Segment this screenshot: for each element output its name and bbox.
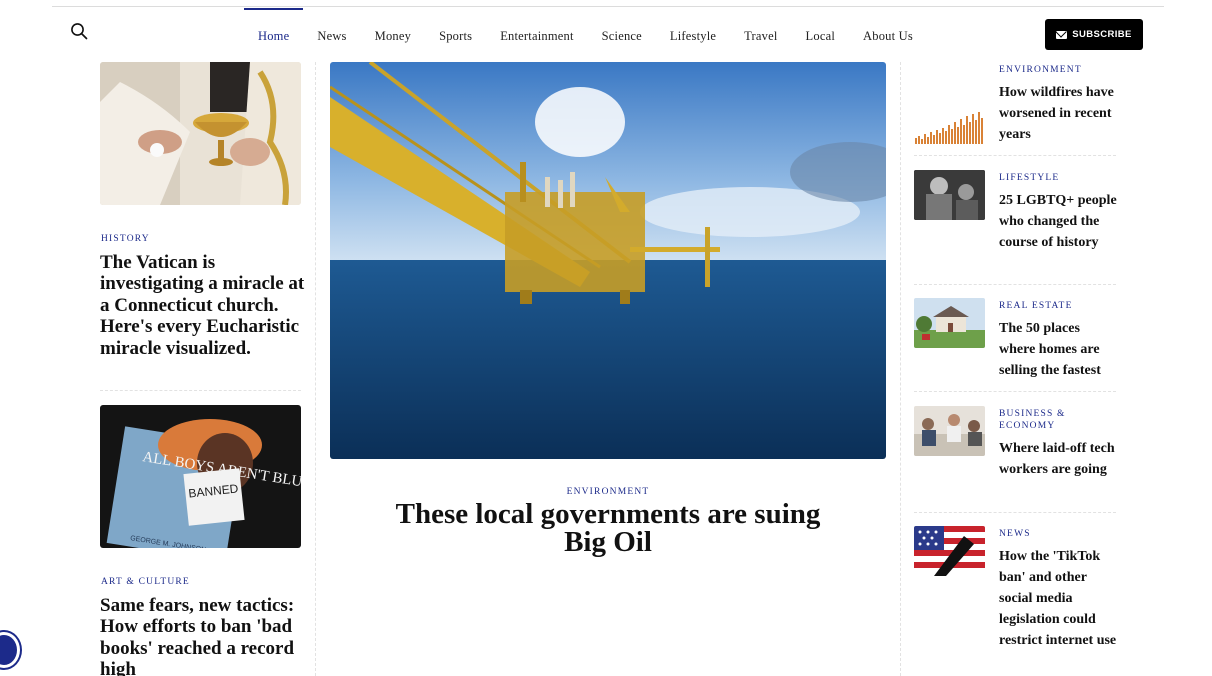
sidebar-kicker[interactable]: ENVIRONMENT: [999, 64, 1114, 76]
sidebar-title[interactable]: Where laid-off tech workers are going: [999, 438, 1119, 480]
nav-news[interactable]: News: [303, 8, 360, 54]
nav-lifestyle[interactable]: Lifestyle: [656, 8, 730, 54]
accessibility-icon[interactable]: [0, 632, 20, 668]
sidebar-kicker[interactable]: NEWS: [999, 528, 1114, 540]
nav-about-us[interactable]: About Us: [849, 8, 927, 54]
sidebar-title[interactable]: How wildfires have worsened in recent ye…: [999, 82, 1119, 145]
search-icon[interactable]: [70, 22, 88, 40]
eucharist-image[interactable]: [100, 62, 301, 205]
story-kicker[interactable]: HISTORY: [101, 234, 150, 244]
main-nav: Home News Money Sports Entertainment Sci…: [244, 8, 927, 54]
tech-workers-image[interactable]: [914, 406, 985, 456]
story-divider: [100, 390, 301, 391]
sidebar-story: ENVIRONMENT How wildfires have worsened …: [914, 62, 1116, 156]
sidebar-story: NEWS How the 'TikTok ban' and other soci…: [914, 526, 1116, 676]
mail-icon: [1056, 30, 1068, 39]
nav-sports[interactable]: Sports: [425, 8, 486, 54]
subscribe-button[interactable]: SUBSCRIBE: [1045, 19, 1143, 50]
sidebar-kicker[interactable]: REAL ESTATE: [999, 300, 1114, 312]
tiktok-ban-image[interactable]: [914, 526, 985, 576]
sidebar-story: LIFESTYLE 25 LGBTQ+ people who changed t…: [914, 170, 1119, 284]
sidebar-story: REAL ESTATE The 50 places where homes ar…: [914, 298, 1116, 392]
nav-science[interactable]: Science: [588, 8, 656, 54]
sidebar-divider: [914, 155, 1116, 156]
sidebar-title[interactable]: The 50 places where homes are selling th…: [999, 318, 1119, 381]
column-divider: [315, 62, 316, 676]
sidebar-kicker[interactable]: BUSINESS & ECONOMY: [999, 408, 1114, 432]
nav-home[interactable]: Home: [244, 8, 304, 54]
sidebar-divider: [914, 284, 1116, 285]
sidebar-title[interactable]: 25 LGBTQ+ people who changed the course …: [999, 190, 1119, 253]
house-image[interactable]: [914, 298, 985, 348]
nav-travel[interactable]: Travel: [730, 8, 791, 54]
story-headline[interactable]: The Vatican is investigating a miracle a…: [100, 252, 305, 359]
story-headline[interactable]: Same fears, new tactics: How efforts to …: [100, 595, 305, 676]
story-kicker[interactable]: ART & CULTURE: [101, 577, 190, 587]
lead-story-headline[interactable]: These local governments are suing Big Oi…: [380, 500, 836, 557]
lgbtq-history-image[interactable]: [914, 170, 985, 220]
nav-money[interactable]: Money: [361, 8, 425, 54]
sidebar-divider: [914, 391, 1116, 392]
top-rule: [52, 6, 1164, 7]
sidebar-story: BUSINESS & ECONOMY Where laid-off tech w…: [914, 406, 1116, 512]
nav-entertainment[interactable]: Entertainment: [486, 8, 587, 54]
oil-rig-hero-image[interactable]: [330, 62, 886, 459]
column-divider: [900, 62, 901, 676]
nav-local[interactable]: Local: [792, 8, 849, 54]
wildfire-chart-image[interactable]: [914, 98, 985, 148]
banned-book-image[interactable]: ALL BOYS AREN'T BLUE BANNED GEORGE M. JO…: [100, 405, 301, 548]
sidebar-title[interactable]: How the 'TikTok ban' and other social me…: [999, 546, 1119, 651]
subscribe-label: SUBSCRIBE: [1072, 29, 1132, 40]
sidebar-divider: [914, 512, 1116, 513]
sidebar-kicker[interactable]: LIFESTYLE: [999, 172, 1114, 184]
lead-story-kicker[interactable]: ENVIRONMENT: [330, 487, 886, 497]
